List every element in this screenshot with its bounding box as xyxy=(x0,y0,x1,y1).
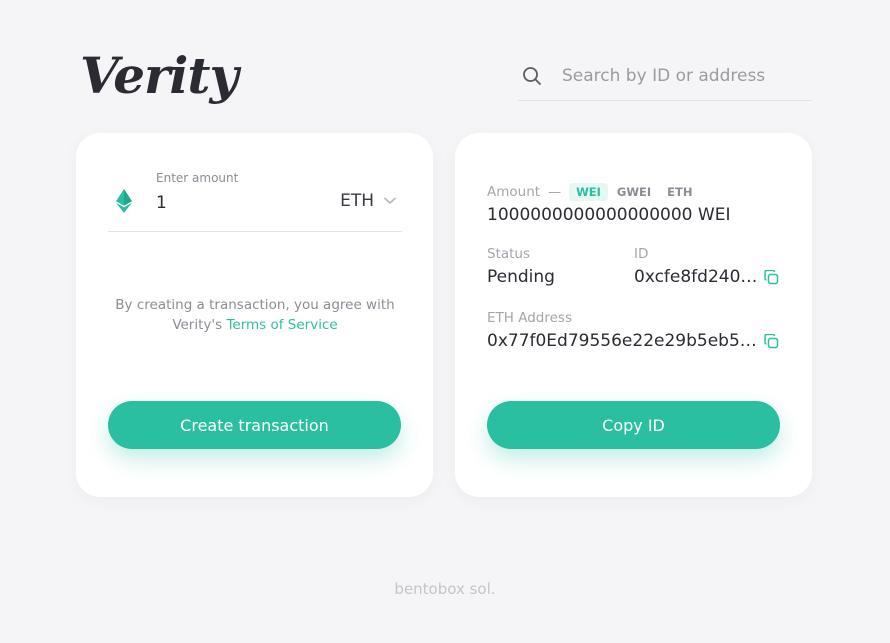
unit-eth-toggle[interactable]: ETH xyxy=(660,183,699,201)
status-label: Status xyxy=(487,246,531,262)
transaction-details-card: Amount — WEI GWEI ETH 100000000000000000… xyxy=(455,133,812,497)
copy-address-icon[interactable] xyxy=(764,334,779,349)
id-value: 0xcfe8fd2407… xyxy=(634,267,759,287)
search-icon[interactable] xyxy=(522,66,552,86)
ethereum-icon xyxy=(116,189,132,217)
amount-header: Amount — WEI GWEI ETH xyxy=(487,183,701,201)
copy-id-button[interactable]: Copy ID xyxy=(487,401,780,449)
search-input[interactable] xyxy=(562,66,802,86)
terms-of-service-link[interactable]: Terms of Service xyxy=(226,317,337,333)
currency-label: ETH xyxy=(340,191,374,211)
address-block: ETH Address 0x77f0Ed79556e22e29b5eb5fe… xyxy=(487,310,779,351)
footer-text: bentobox sol. xyxy=(394,580,496,598)
unit-wei-toggle[interactable]: WEI xyxy=(569,183,608,201)
address-label: ETH Address xyxy=(487,310,572,326)
amount-label: Amount xyxy=(487,184,541,200)
amount-input[interactable]: 1 xyxy=(156,193,167,213)
terms-prefix: Verity's xyxy=(172,317,223,333)
amount-value: 1000000000000000000 WEI xyxy=(487,205,731,225)
copy-id-icon[interactable] xyxy=(764,270,779,285)
id-label: ID xyxy=(634,246,649,262)
id-block: ID 0xcfe8fd2407… xyxy=(634,246,779,287)
amount-label: Enter amount xyxy=(156,171,239,185)
status-block: Status Pending xyxy=(487,246,555,287)
terms-notice: By creating a transaction, you agree wit… xyxy=(108,295,402,335)
address-value: 0x77f0Ed79556e22e29b5eb5fe… xyxy=(487,331,759,351)
page: Verity Enter amount 1 ETH xyxy=(0,0,890,643)
status-value: Pending xyxy=(487,267,555,287)
search-bar xyxy=(518,52,812,101)
amount-dash: — xyxy=(548,184,562,200)
brand-logo[interactable]: Verity xyxy=(80,46,239,105)
create-transaction-button[interactable]: Create transaction xyxy=(108,401,401,449)
chevron-down-icon xyxy=(384,197,396,205)
amount-field[interactable]: Enter amount 1 ETH xyxy=(108,169,402,232)
terms-text: By creating a transaction, you agree wit… xyxy=(115,297,395,313)
currency-select[interactable]: ETH xyxy=(340,191,396,211)
unit-gwei-toggle[interactable]: GWEI xyxy=(610,183,658,201)
create-transaction-card: Enter amount 1 ETH By creating a transac… xyxy=(76,133,433,497)
